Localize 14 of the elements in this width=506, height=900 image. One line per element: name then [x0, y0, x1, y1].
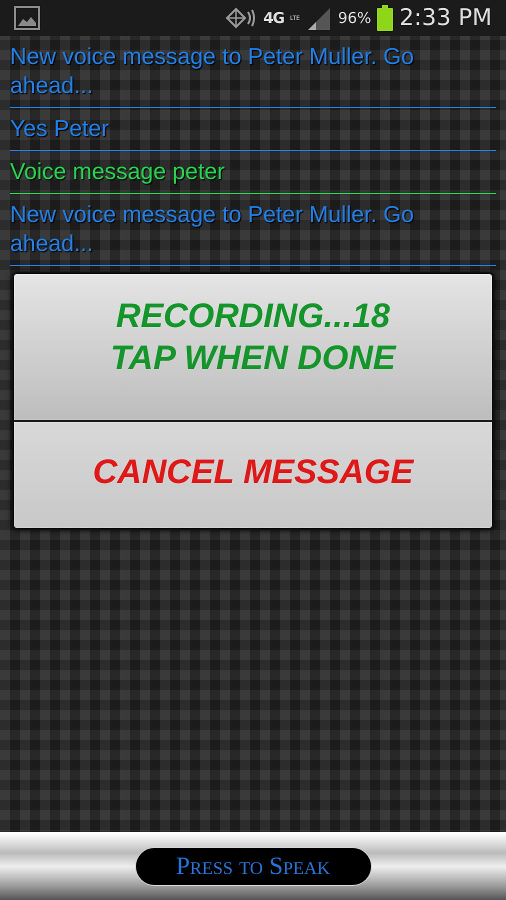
speak-button[interactable]: Press to Speak [134, 847, 372, 886]
network-type: 4G [263, 9, 284, 27]
vibrate-icon [225, 7, 258, 29]
image-icon [14, 6, 40, 30]
battery-icon [377, 5, 394, 31]
battery-percent: 96% [338, 9, 372, 27]
message-text: New voice message to Peter Muller. Go ahead... [10, 194, 496, 266]
message-text: Voice message peter [10, 151, 496, 194]
clock: 2:33 PM [399, 5, 492, 31]
stop-recording-button[interactable]: RECORDING...18 TAP WHEN DONE [14, 274, 492, 422]
message-text: New voice message to Peter Muller. Go ahead... [10, 36, 496, 108]
message-text: Yes Peter [10, 108, 496, 151]
cancel-button[interactable]: CANCEL MESSAGE [14, 422, 492, 528]
signal-icon [306, 6, 332, 30]
